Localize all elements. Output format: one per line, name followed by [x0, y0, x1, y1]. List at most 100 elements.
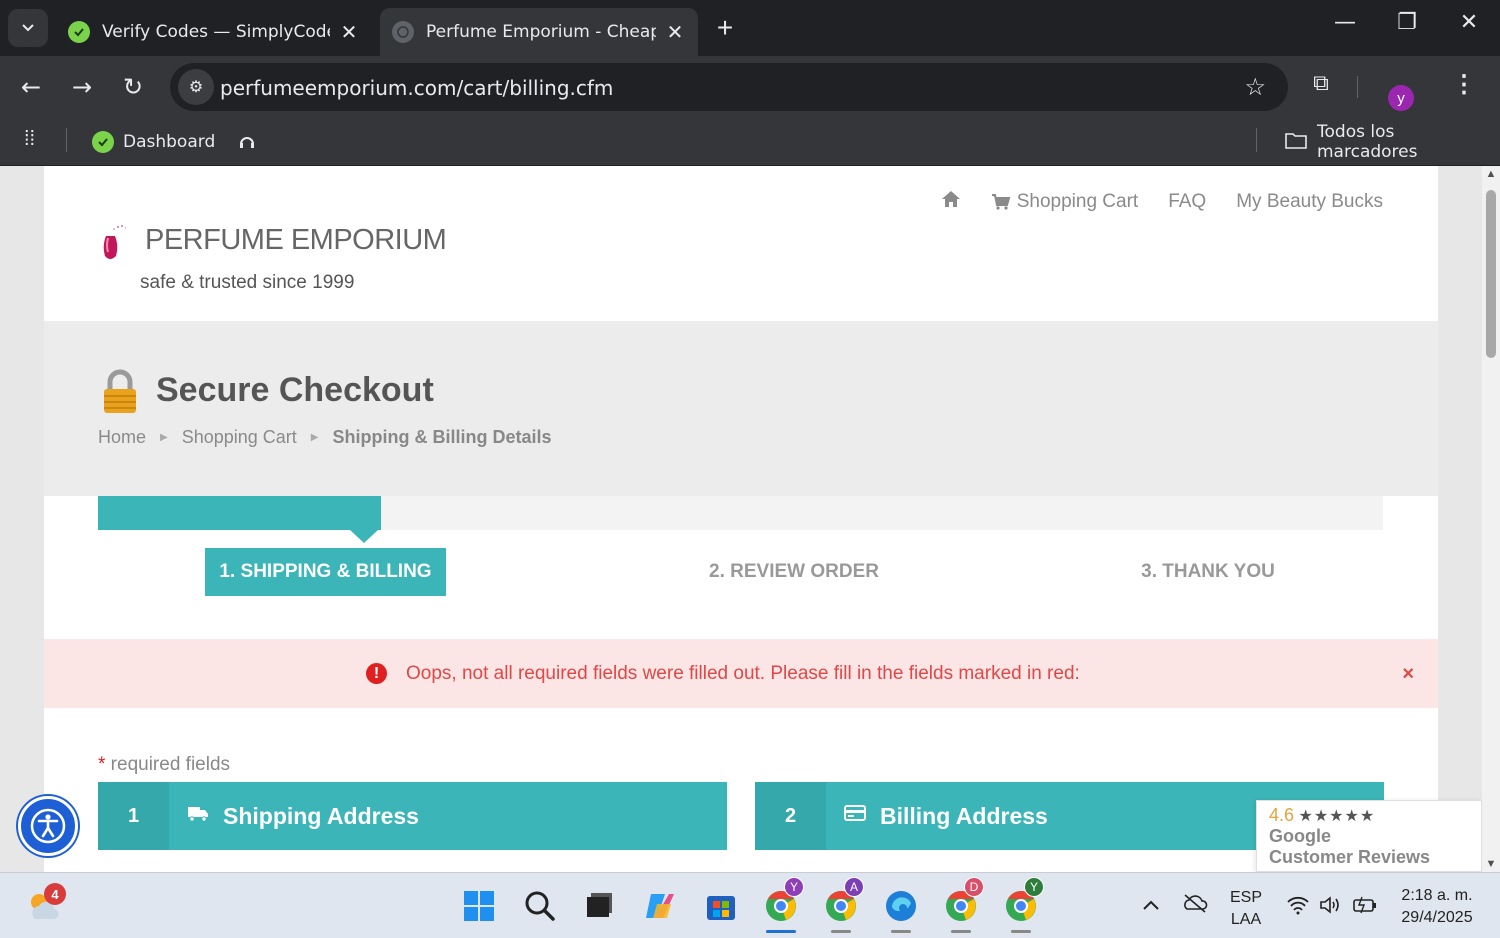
site-settings-icon[interactable]: ⚙: [178, 69, 214, 105]
close-window-icon[interactable]: ✕: [1449, 10, 1489, 35]
bookmark-headset[interactable]: [236, 126, 267, 158]
clock-date: 29/4/2025: [1401, 909, 1473, 926]
network-status[interactable]: [1286, 895, 1310, 920]
copilot-app[interactable]: [639, 885, 681, 927]
section-number: 2: [755, 782, 826, 850]
keyboard-layout: LAA: [1230, 911, 1262, 928]
perfume-logo-icon[interactable]: [100, 224, 126, 262]
accessibility-button[interactable]: [18, 796, 78, 856]
step-review-order: 2. REVIEW ORDER: [709, 561, 879, 582]
active-app-indicator: [766, 930, 796, 933]
section-number: 1: [98, 782, 169, 850]
address-bar[interactable]: ⚙ perfumeemporium.com/cart/billing.cfm ☆: [170, 63, 1288, 111]
more-menu-icon[interactable]: ⋮: [1452, 70, 1476, 99]
site-logo-text[interactable]: PERFUME EMPORIUM: [145, 224, 447, 257]
bookmarks-divider: [1256, 128, 1257, 152]
shopping-cart-label: Shopping Cart: [1016, 191, 1139, 212]
tab-simplycodes[interactable]: Verify Codes — SimplyCodes ✕: [56, 8, 372, 56]
close-alert-icon[interactable]: ×: [1402, 663, 1414, 686]
close-tab-icon[interactable]: ✕: [338, 20, 360, 44]
forward-icon[interactable]: →: [65, 70, 99, 104]
page-scrollbar[interactable]: ▲ ▼: [1482, 166, 1500, 872]
chevron-down-icon: [22, 24, 34, 32]
windows-taskbar: 4 Y A D Y ESP LAA 2:18 a. m. 29/4/2025: [0, 872, 1500, 938]
google-reviews-badge[interactable]: 4.6 ★★★★★ Google Customer Reviews: [1256, 800, 1482, 872]
review-label: Customer Reviews: [1269, 847, 1431, 867]
scroll-down-icon[interactable]: ▼: [1485, 858, 1497, 870]
browser-toolbar: ← → ↻ ⚙ perfumeemporium.com/cart/billing…: [0, 56, 1500, 118]
task-view[interactable]: [578, 885, 620, 927]
weather-widget[interactable]: 4: [22, 883, 66, 927]
battery-charging-icon: [1353, 896, 1376, 914]
profile-badge: D: [964, 877, 984, 897]
toolbar-divider: [1357, 76, 1358, 98]
battery-status[interactable]: [1352, 895, 1378, 920]
clock-time: 2:18 a. m.: [1401, 887, 1473, 904]
error-alert: ! Oops, not all required fields were fil…: [44, 639, 1438, 708]
extensions-icon[interactable]: ⧉: [1304, 70, 1338, 104]
bookmark-star-icon[interactable]: ☆: [1244, 73, 1266, 102]
browser-alt-app[interactable]: [880, 885, 922, 933]
review-source: Google: [1269, 826, 1331, 846]
minimize-icon[interactable]: —: [1325, 10, 1365, 35]
page-viewport: Shopping Cart FAQ My Beauty Bucks PERFUM…: [0, 166, 1482, 872]
chrome-profile-y2-app[interactable]: Y: [1000, 877, 1044, 933]
speaker-icon: [1320, 896, 1339, 914]
task-view-icon: [587, 893, 612, 917]
home-icon[interactable]: [941, 190, 961, 214]
breadcrumb: Home ▶ Shopping Cart ▶ Shipping & Billin…: [98, 427, 552, 448]
taskbar-search[interactable]: [519, 885, 561, 927]
apps-grid-icon[interactable]: ⁞⁞: [24, 128, 35, 151]
windows-logo-icon: [464, 891, 494, 921]
review-stars: ★★★★★: [1298, 808, 1376, 825]
store-icon: [707, 896, 735, 920]
profile-avatar[interactable]: y: [1388, 85, 1414, 111]
start-button[interactable]: [458, 885, 500, 927]
globe-icon: [392, 21, 414, 43]
section-title: Shipping Address: [223, 802, 419, 829]
system-clock[interactable]: 2:18 a. m. 29/4/2025: [1390, 885, 1484, 929]
tab-title: Perfume Emporium - Cheap Per: [426, 22, 656, 42]
faq-link[interactable]: FAQ: [1168, 191, 1206, 213]
search-icon: [525, 891, 555, 921]
wifi-icon: [1287, 896, 1309, 915]
breadcrumb-shopping-cart[interactable]: Shopping Cart: [182, 427, 297, 448]
tab-perfume-emporium[interactable]: Perfume Emporium - Cheap Per ✕: [380, 8, 698, 56]
all-bookmarks-folder[interactable]: Todos los marcadores: [1285, 122, 1500, 162]
simplycodes-favicon-icon: [92, 131, 114, 153]
page-content: Shopping Cart FAQ My Beauty Bucks PERFUM…: [44, 166, 1438, 872]
copilot-icon: [646, 894, 674, 918]
profile-badge: Y: [1024, 877, 1044, 897]
tab-search-button[interactable]: [8, 9, 48, 47]
restore-icon[interactable]: ❐: [1387, 10, 1427, 35]
url-text[interactable]: perfumeemporium.com/cart/billing.cfm: [220, 76, 613, 100]
input-language[interactable]: ESP LAA: [1230, 887, 1262, 931]
onedrive-status[interactable]: [1182, 893, 1208, 918]
section-title: Billing Address: [880, 802, 1048, 829]
chrome-profile-d-app[interactable]: D: [940, 877, 984, 933]
breadcrumb-current: Shipping & Billing Details: [332, 427, 552, 447]
truck-icon: [187, 804, 209, 828]
bookmark-dashboard[interactable]: Dashboard: [92, 126, 215, 158]
beauty-bucks-link[interactable]: My Beauty Bucks: [1236, 191, 1383, 213]
headset-icon: [236, 131, 258, 153]
microsoft-store-app[interactable]: [700, 885, 742, 927]
back-icon[interactable]: ←: [14, 70, 48, 104]
volume-control[interactable]: [1319, 895, 1343, 920]
show-hidden-icons[interactable]: [1142, 895, 1160, 916]
shopping-cart-link[interactable]: Shopping Cart: [991, 191, 1138, 213]
scrollbar-thumb[interactable]: [1486, 190, 1496, 358]
required-fields-text: required fields: [105, 754, 231, 775]
browser-tab-bar: Verify Codes — SimplyCodes ✕ Perfume Emp…: [0, 0, 1500, 56]
reload-icon[interactable]: ↻: [116, 70, 150, 104]
breadcrumb-home[interactable]: Home: [98, 427, 146, 448]
top-navigation: Shopping Cart FAQ My Beauty Bucks: [911, 190, 1383, 214]
required-fields-note: * required fields: [98, 754, 230, 776]
running-app-indicator: [1011, 930, 1031, 933]
new-tab-button[interactable]: +: [710, 12, 740, 44]
close-tab-icon[interactable]: ✕: [664, 20, 686, 44]
scroll-up-icon[interactable]: ▲: [1485, 168, 1497, 180]
chrome-profile-a-app[interactable]: A: [820, 877, 864, 933]
chrome-profile-y-app[interactable]: Y: [760, 877, 804, 933]
progress-pointer: [350, 530, 378, 543]
